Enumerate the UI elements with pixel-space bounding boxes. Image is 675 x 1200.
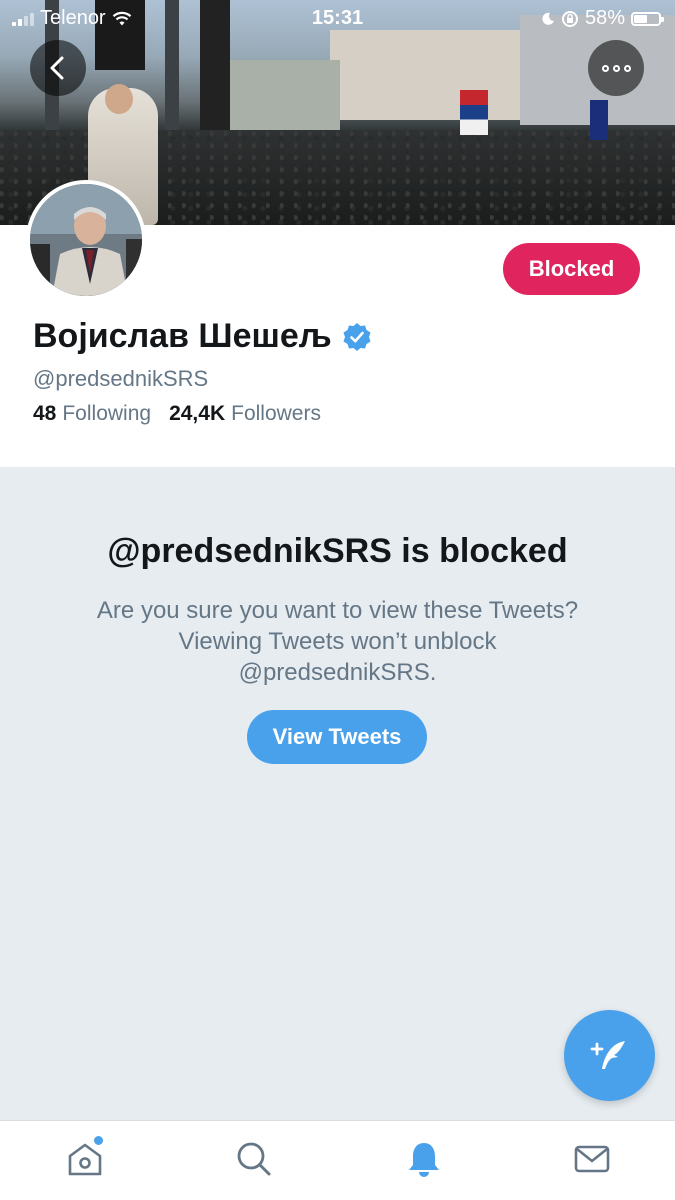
home-notification-dot [94,1136,103,1145]
compose-feather-icon [590,1040,625,1069]
battery-percent: 58% [584,7,625,29]
more-dots-icon [601,64,631,72]
blocked-title: @predsednikSRS is blocked [107,532,568,570]
status-bar: Telenor 15:31 58% [0,0,675,36]
following-count: 48 [33,402,57,425]
followers-label: Followers [231,402,321,425]
followers-count: 24,4K [169,402,226,425]
blocked-description: Are you sure you want to view these Twee… [60,595,615,688]
compose-tweet-button[interactable] [564,1010,655,1101]
battery-icon [631,11,664,26]
blocked-button[interactable]: Blocked [503,243,640,295]
search-icon [237,1142,271,1176]
blocked-notice: @predsednikSRS is blocked Are you sure y… [0,467,675,1120]
tab-home[interactable] [63,1136,107,1181]
tab-search[interactable] [232,1137,276,1181]
bottom-tab-bar [0,1120,675,1200]
chevron-left-icon [50,56,64,80]
moon-icon [542,12,554,25]
tab-messages[interactable] [570,1137,614,1181]
orientation-lock-icon [561,10,578,27]
home-icon [68,1143,102,1176]
profile-name: Војислав Шешељ [33,317,332,355]
blocked-desc-line-3: @predsednikSRS. [238,659,437,686]
view-tweets-button[interactable]: View Tweets [247,710,427,764]
followers-stat[interactable]: 24,4K Followers [169,402,321,426]
more-options-button[interactable] [588,40,644,96]
follow-stats: 48 Following 24,4K Followers [33,402,321,426]
profile-handle: @predsednikSRS [33,366,209,391]
back-button[interactable] [30,40,86,96]
blocked-desc-line-1: Are you sure you want to view these Twee… [96,597,579,624]
mail-icon [574,1145,610,1173]
blocked-desc-line-2: Viewing Tweets won’t unblock [178,628,497,655]
verified-badge-icon [343,322,371,351]
profile-name-row: Војислав Шешељ [33,317,372,356]
following-label: Following [62,402,152,425]
bell-icon [409,1143,439,1177]
status-right: 58% [541,7,664,30]
avatar[interactable] [26,180,146,300]
tab-notifications[interactable] [402,1137,446,1181]
following-stat[interactable]: 48 Following [33,402,151,426]
avatar-photo [30,184,142,296]
